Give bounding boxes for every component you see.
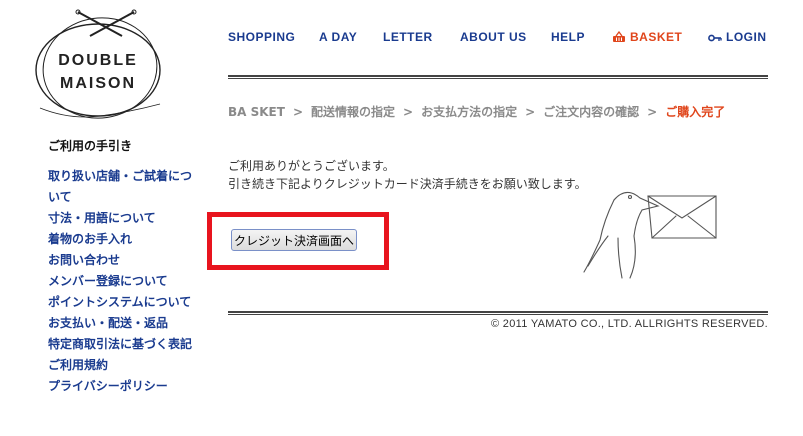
- nav-letter[interactable]: LETTER: [383, 30, 433, 44]
- step-separator: >: [647, 105, 658, 119]
- sidebar-item-contact[interactable]: お問い合わせ: [48, 250, 200, 271]
- message-line-2: 引き続き下記よりクレジットカード決済手続きをお願い致します。: [228, 177, 587, 191]
- credit-payment-button[interactable]: クレジット決済画面へ: [231, 229, 357, 251]
- key-icon: [708, 34, 722, 42]
- sidebar-menu: 取り扱い店舗・ご試着について 寸法・用語について 着物のお手入れ お問い合わせ …: [48, 166, 200, 397]
- basket-icon: [613, 31, 625, 42]
- checkout-steps-breadcrumb: BA SKET > 配送情報の指定 > お支払方法の指定 > ご注文内容の確認 > ご購入完了: [228, 104, 773, 121]
- nav-help[interactable]: HELP: [551, 30, 585, 44]
- sidebar-item-point-system[interactable]: ポイントシステムについて: [48, 292, 200, 313]
- sidebar-title: ご利用の手引き: [48, 139, 133, 153]
- step-payment: お支払方法の指定: [421, 105, 518, 119]
- sidebar-item-member-registration[interactable]: メンバー登録について: [48, 271, 200, 292]
- copyright-text: © 2011 YAMATO CO., LTD. ALLRIGHTS RESERV…: [491, 318, 768, 330]
- sidebar-item-payment-shipping-returns[interactable]: お支払い・配送・返品: [48, 313, 200, 334]
- sidebar-item-sizes-terms[interactable]: 寸法・用語について: [48, 208, 200, 229]
- step-separator: >: [403, 105, 414, 119]
- thank-you-message: ご利用ありがとうございます。 引き続き下記よりクレジットカード決済手続きをお願い…: [228, 157, 588, 193]
- nav-shopping[interactable]: SHOPPING: [228, 30, 295, 44]
- site-logo[interactable]: DOUBLE MAISON: [30, 8, 170, 126]
- step-shipping: 配送情報の指定: [311, 105, 396, 119]
- nav-basket[interactable]: BASKET: [612, 30, 682, 44]
- step-separator: >: [525, 105, 536, 119]
- bird-with-letter-illustration: [578, 180, 728, 284]
- nav-basket-label: BASKET: [630, 30, 683, 44]
- nav-a-day[interactable]: A DAY: [319, 30, 357, 44]
- step-separator: >: [292, 105, 303, 119]
- bird-letter-icon: [583, 191, 717, 279]
- step-complete: ご購入完了: [665, 105, 726, 119]
- message-line-1: ご利用ありがとうございます。: [228, 159, 395, 173]
- step-confirm: ご注文内容の確認: [543, 105, 640, 119]
- nav-login-label: LOGIN: [726, 30, 767, 44]
- logo-line-1: DOUBLE: [58, 52, 138, 69]
- logo-line-2: MAISON: [60, 75, 136, 92]
- footer-divider: [228, 311, 768, 315]
- sidebar-item-terms-of-use[interactable]: ご利用規約: [48, 355, 200, 376]
- nav-login[interactable]: LOGIN: [708, 30, 767, 44]
- sidebar-item-privacy-policy[interactable]: プライバシーポリシー: [48, 376, 200, 397]
- sidebar-item-stores-fitting[interactable]: 取り扱い店舗・ご試着について: [48, 166, 200, 208]
- step-basket: BA SKET: [228, 105, 285, 119]
- sidebar-item-kimono-care[interactable]: 着物のお手入れ: [48, 229, 200, 250]
- sidebar-item-commercial-law[interactable]: 特定商取引法に基づく表記: [48, 334, 200, 355]
- nav-about-us[interactable]: ABOUT US: [460, 30, 527, 44]
- header-divider: [228, 75, 768, 79]
